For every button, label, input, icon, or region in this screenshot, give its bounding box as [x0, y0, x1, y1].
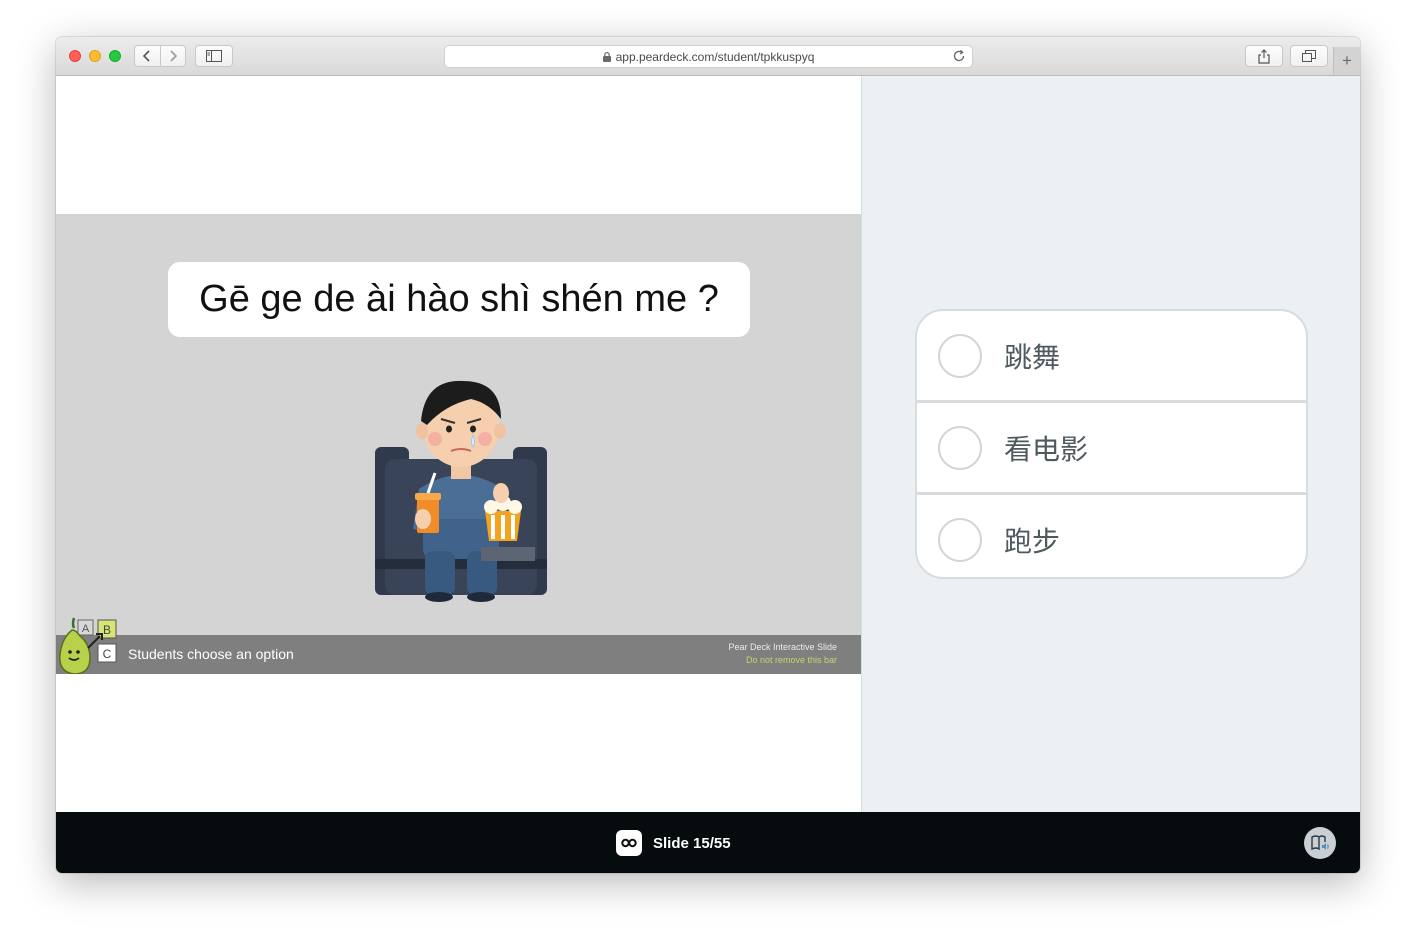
- url-text: app.peardeck.com/student/tpkkuspyq: [615, 49, 815, 64]
- maximize-window-button[interactable]: [109, 50, 121, 62]
- reload-icon: [953, 49, 965, 62]
- share-icon: [1258, 48, 1270, 64]
- show-tabs-button[interactable]: [1290, 45, 1328, 67]
- new-tab-button[interactable]: +: [1333, 47, 1360, 75]
- tabs-icon: [1302, 50, 1316, 62]
- slide-number-label: Slide 15/55: [653, 834, 731, 852]
- forward-icon: [170, 50, 177, 62]
- question-text: Gē ge de ài hào shì shén me ?: [168, 262, 750, 337]
- radio-button[interactable]: [938, 425, 982, 470]
- interactive-slide-label: Pear Deck Interactive Slide: [728, 642, 837, 652]
- slide-type-label: Students choose an option: [128, 646, 294, 662]
- response-pane: 跳舞 看电影 跑步: [862, 76, 1360, 812]
- radio-button[interactable]: [938, 333, 982, 378]
- back-icon: [143, 50, 150, 62]
- forward-button[interactable]: [159, 46, 186, 66]
- history-nav: [134, 45, 186, 67]
- choice-label: 跳舞: [1004, 341, 1061, 373]
- choice-label: 看电影: [1004, 433, 1089, 465]
- sidebar-toggle-button[interactable]: [195, 45, 233, 67]
- address-bar[interactable]: app.peardeck.com/student/tpkkuspyq: [444, 45, 973, 68]
- minimize-window-button[interactable]: [89, 50, 101, 62]
- logo-letter-c: C: [103, 647, 112, 661]
- logo-letter-b: B: [103, 623, 111, 637]
- pear-deck-bar: Students choose an option Pear Deck Inte…: [56, 635, 861, 674]
- close-window-button[interactable]: [69, 50, 81, 62]
- footer-bar: Slide 15/55: [56, 812, 1360, 873]
- choice-option-3[interactable]: 跑步: [917, 492, 1306, 577]
- browser-toolbar: app.peardeck.com/student/tpkkuspyq +: [56, 37, 1360, 76]
- sidebar-icon: [206, 50, 222, 62]
- page-content: Gē ge de ài hào shì shén me ? Students c…: [56, 76, 1360, 812]
- movie-watcher-illustration: [375, 380, 547, 602]
- choice-label: 跑步: [1004, 525, 1061, 557]
- immersive-reader-button[interactable]: [1304, 827, 1336, 859]
- do-not-remove-note: Do not remove this bar: [745, 655, 837, 665]
- slide-counter: Slide 15/55: [616, 829, 731, 857]
- back-button[interactable]: [135, 46, 160, 66]
- choice-option-1[interactable]: 跳舞: [917, 311, 1306, 400]
- choice-option-2[interactable]: 看电影: [917, 400, 1306, 492]
- choice-list: 跳舞 看电影 跑步: [915, 309, 1308, 579]
- logo-letter-a: A: [82, 623, 90, 635]
- reload-button[interactable]: [952, 49, 966, 68]
- radio-button[interactable]: [938, 517, 982, 562]
- pear-deck-logo: A B C: [59, 617, 117, 674]
- browser-window: app.peardeck.com/student/tpkkuspyq + Gē …: [56, 37, 1360, 873]
- share-button[interactable]: [1245, 45, 1283, 67]
- pear-deck-icon: [616, 830, 642, 856]
- immersive-reader-icon: [1311, 835, 1329, 851]
- slide-image: Gē ge de ài hào shì shén me ? Students c…: [56, 214, 861, 674]
- slide-pane: Gē ge de ài hào shì shén me ? Students c…: [56, 76, 861, 812]
- lock-icon: [602, 51, 611, 62]
